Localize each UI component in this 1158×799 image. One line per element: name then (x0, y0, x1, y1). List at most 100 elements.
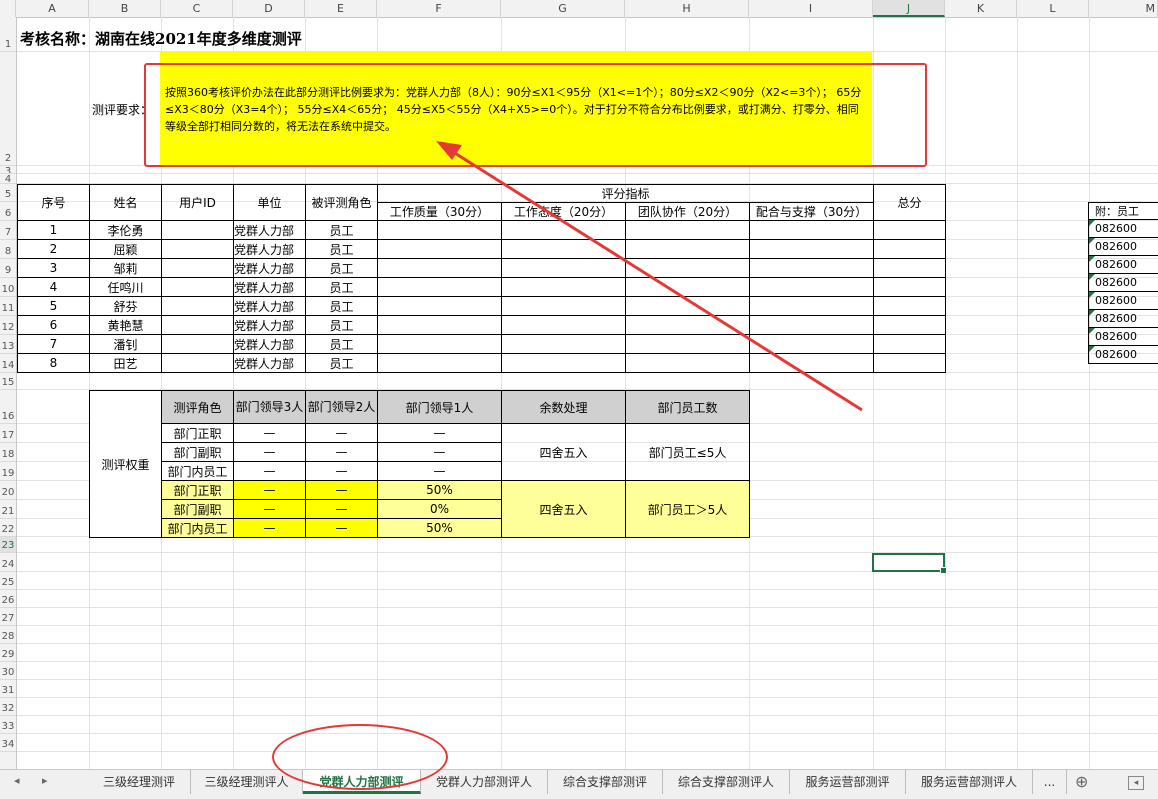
cell-teamwork-input[interactable] (625, 353, 750, 373)
cell-user-id[interactable] (161, 296, 234, 316)
row-header-6[interactable]: 6 (0, 202, 16, 221)
cell-teamwork-input[interactable] (625, 258, 750, 278)
tab-sheet-6[interactable]: 综合支撑部测评人 (663, 770, 790, 794)
cell-quality-input[interactable] (377, 258, 502, 278)
row-header-31[interactable]: 31 (0, 680, 16, 698)
tab-sheet-8[interactable]: 服务运营部测评人 (906, 770, 1033, 794)
cell-teamwork-input[interactable] (625, 220, 750, 240)
select-all-corner[interactable] (0, 0, 16, 17)
cell-attitude-input[interactable] (501, 277, 626, 297)
cell-quality-input[interactable] (377, 296, 502, 316)
cell-support-input[interactable] (749, 220, 874, 240)
row-header-28[interactable]: 28 (0, 626, 16, 644)
cell-teamwork-input[interactable] (625, 315, 750, 335)
row-header-22[interactable]: 22 (0, 519, 16, 537)
tab-sheet-1[interactable]: 三级经理测评 (88, 770, 191, 794)
cell-quality-input[interactable] (377, 315, 502, 335)
row-header-27[interactable]: 27 (0, 608, 16, 626)
row-header-30[interactable]: 30 (0, 662, 16, 680)
row-header-25[interactable]: 25 (0, 572, 16, 590)
cell-support-input[interactable] (749, 296, 874, 316)
cell-quality-input[interactable] (377, 334, 502, 354)
row-header-33[interactable]: 33 (0, 716, 16, 734)
cell-user-id[interactable] (161, 239, 234, 259)
tab-sheet-5[interactable]: 综合支撑部测评 (548, 770, 663, 794)
row-header-8[interactable]: 8 (0, 240, 16, 259)
col-header-c[interactable]: C (161, 0, 233, 17)
tab-more-button[interactable]: ... (1033, 770, 1067, 794)
row-header-4[interactable]: 4 (0, 174, 16, 184)
row-header-32[interactable]: 32 (0, 698, 16, 716)
row-header-17[interactable]: 17 (0, 424, 16, 443)
cell-attitude-input[interactable] (501, 220, 626, 240)
row-header-18[interactable]: 18 (0, 443, 16, 462)
row-header-19[interactable]: 19 (0, 462, 16, 481)
row-header-3[interactable]: 3 (0, 166, 16, 174)
tab-sheet-4[interactable]: 党群人力部测评人 (421, 770, 548, 794)
row-header-14[interactable]: 14 (0, 354, 16, 373)
selected-cell-j23[interactable] (872, 553, 947, 574)
cell-user-id[interactable] (161, 277, 234, 297)
row-header-26[interactable]: 26 (0, 590, 16, 608)
cell-support-input[interactable] (749, 239, 874, 259)
row-header-23[interactable]: 23 (0, 537, 16, 553)
cell-teamwork-input[interactable] (625, 296, 750, 316)
row-header-24[interactable]: 24 (0, 553, 16, 572)
cell-attitude-input[interactable] (501, 315, 626, 335)
row-header-11[interactable]: 11 (0, 297, 16, 316)
add-sheet-icon[interactable]: ⊕ (1075, 772, 1088, 791)
row-header-29[interactable]: 29 (0, 644, 16, 662)
col-header-l[interactable]: L (1017, 0, 1089, 17)
cell-user-id[interactable] (161, 220, 234, 240)
cell-user-id[interactable] (161, 353, 234, 373)
cell-user-id[interactable] (161, 315, 234, 335)
col-header-g[interactable]: G (501, 0, 625, 17)
cell-support-input[interactable] (749, 258, 874, 278)
cell-support-input[interactable] (749, 353, 874, 373)
col-header-d[interactable]: D (233, 0, 305, 17)
tab-sheet-7[interactable]: 服务运营部测评 (790, 770, 906, 794)
row-header-10[interactable]: 10 (0, 278, 16, 297)
cell-quality-input[interactable] (377, 239, 502, 259)
cell-attitude-input[interactable] (501, 258, 626, 278)
col-header-m[interactable]: M (1089, 0, 1158, 17)
col-header-h[interactable]: H (625, 0, 749, 17)
row-header-20[interactable]: 20 (0, 481, 16, 500)
cell-user-id[interactable] (161, 258, 234, 278)
cell-quality-input[interactable] (377, 353, 502, 373)
spreadsheet[interactable]: A B C D E F G H I J K L M 1 2 3 4 5 6 7 8 9 10 11 1… (0, 0, 1158, 799)
horizontal-scroll-left-icon[interactable]: ◂ (1128, 776, 1144, 790)
row-header-13[interactable]: 13 (0, 335, 16, 354)
cell-attitude-input[interactable] (501, 296, 626, 316)
col-header-j[interactable]: J (873, 0, 945, 17)
col-header-f[interactable]: F (377, 0, 501, 17)
cell-teamwork-input[interactable] (625, 239, 750, 259)
col-header-a[interactable]: A (16, 0, 89, 17)
row-header-16[interactable]: 16 (0, 390, 16, 424)
row-header-15[interactable]: 15 (0, 373, 16, 390)
cell-attitude-input[interactable] (501, 353, 626, 373)
cell-support-input[interactable] (749, 277, 874, 297)
cell-teamwork-input[interactable] (625, 334, 750, 354)
row-header-12[interactable]: 12 (0, 316, 16, 335)
cell-teamwork-input[interactable] (625, 277, 750, 297)
cell-support-input[interactable] (749, 315, 874, 335)
row-header-9[interactable]: 9 (0, 259, 16, 278)
tab-scroll-left-icon[interactable]: ◂ (14, 774, 20, 787)
row-header-34[interactable]: 34 (0, 734, 16, 752)
cell-attitude-input[interactable] (501, 334, 626, 354)
row-header-1[interactable]: 1 (0, 17, 16, 52)
tab-scroll-right-icon[interactable]: ▸ (42, 774, 48, 787)
cell-user-id[interactable] (161, 334, 234, 354)
row-header-7[interactable]: 7 (0, 221, 16, 240)
cell-quality-input[interactable] (377, 277, 502, 297)
col-header-b[interactable]: B (89, 0, 161, 17)
row-header-21[interactable]: 21 (0, 500, 16, 519)
cell-attitude-input[interactable] (501, 239, 626, 259)
row-header-2[interactable]: 2 (0, 52, 16, 166)
col-header-i[interactable]: I (749, 0, 873, 17)
col-header-k[interactable]: K (945, 0, 1017, 17)
row-header-5[interactable]: 5 (0, 184, 16, 202)
cell-quality-input[interactable] (377, 220, 502, 240)
cell-support-input[interactable] (749, 334, 874, 354)
